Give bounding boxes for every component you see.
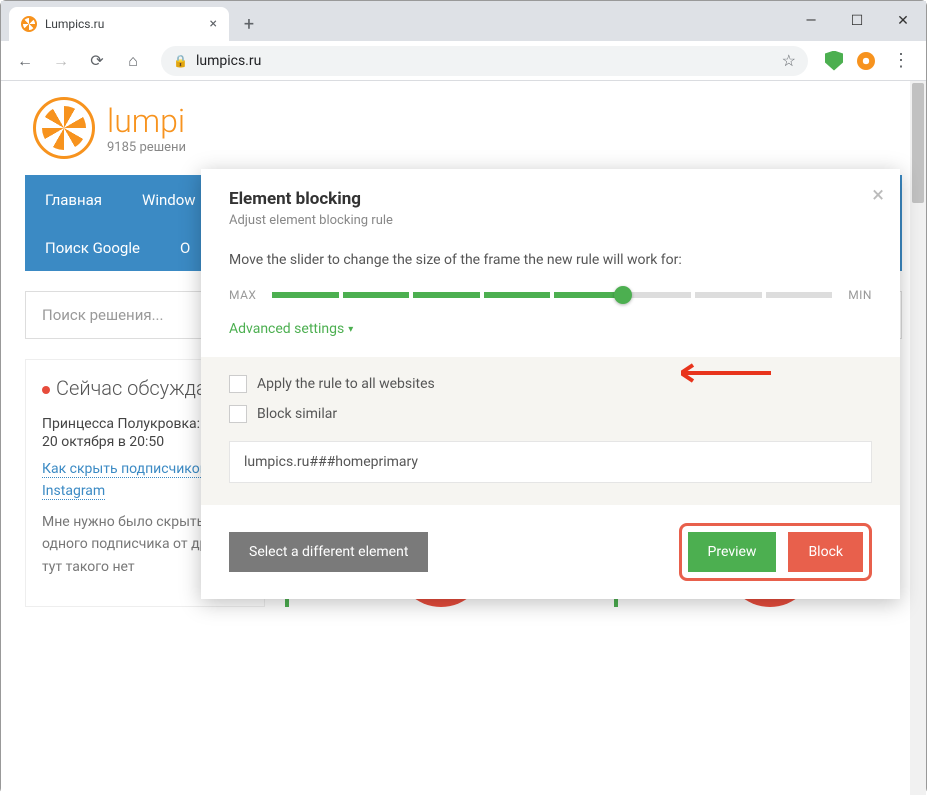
checkbox[interactable] — [229, 375, 247, 393]
live-dot-icon — [42, 386, 50, 394]
address-bar[interactable]: 🔒 lumpics.ru ☆ — [161, 46, 808, 76]
lock-icon: 🔒 — [173, 54, 188, 68]
back-button[interactable]: ← — [9, 45, 41, 77]
site-header: lumpi 9185 решени — [1, 81, 926, 167]
tab-title: Lumpics.ru — [45, 17, 202, 31]
dialog-body: Move the slider to change the size of th… — [201, 244, 900, 357]
site-subtitle: 9185 решени — [107, 140, 186, 155]
checkbox-label: Apply the rule to all websites — [257, 376, 435, 392]
adguard-extension-icon[interactable] — [820, 47, 848, 75]
checkbox-label: Block similar — [257, 406, 337, 422]
nav-item-home[interactable]: Главная — [25, 175, 122, 225]
slider-min-label: MIN — [848, 288, 872, 302]
page-viewport: lumpi 9185 решени Главная Window Поиск G… — [1, 81, 926, 795]
block-button[interactable]: Block — [788, 532, 863, 572]
close-window-button[interactable]: ✕ — [880, 1, 926, 41]
comment-link[interactable]: Как скрыть подписчиков в Instagram — [42, 461, 219, 500]
scrollbar[interactable] — [910, 81, 926, 795]
browser-menu-icon[interactable]: ⋮ — [884, 50, 918, 71]
extension-icon[interactable] — [852, 47, 880, 75]
chevron-down-icon: ▾ — [348, 324, 353, 335]
window-titlebar: Lumpics.ru × + — ☐ ✕ — [1, 1, 926, 41]
element-blocking-dialog: Element blocking Adjust element blocking… — [201, 169, 900, 599]
bookmark-star-icon[interactable]: ☆ — [782, 51, 796, 70]
site-name: lumpi — [107, 102, 186, 140]
maximize-button[interactable]: ☐ — [834, 1, 880, 41]
browser-toolbar: ← → ⟳ ⌂ 🔒 lumpics.ru ☆ ⋮ — [1, 41, 926, 81]
reload-button[interactable]: ⟳ — [81, 45, 113, 77]
slider-max-label: MAX — [229, 288, 256, 302]
close-tab-icon[interactable]: × — [210, 16, 217, 32]
search-placeholder: Поиск решения... — [42, 306, 163, 324]
slider-row: MAX MIN — [229, 288, 872, 302]
block-similar-checkbox-row[interactable]: Block similar — [229, 405, 872, 423]
dialog-instruction: Move the slider to change the size of th… — [229, 252, 872, 268]
dialog-close-icon[interactable]: × — [872, 183, 884, 208]
scroll-thumb[interactable] — [912, 83, 924, 203]
checkbox[interactable] — [229, 405, 247, 423]
new-tab-button[interactable]: + — [235, 10, 263, 38]
apply-all-checkbox-row[interactable]: Apply the rule to all websites — [229, 375, 872, 393]
forward-button[interactable]: → — [45, 45, 77, 77]
annotation-arrow-icon — [681, 361, 771, 389]
dialog-header: Element blocking Adjust element blocking… — [201, 169, 900, 244]
dialog-subtitle: Adjust element blocking rule — [229, 213, 872, 228]
home-button[interactable]: ⌂ — [117, 45, 149, 77]
site-logo-icon[interactable] — [33, 97, 95, 159]
window-controls: — ☐ ✕ — [788, 1, 926, 41]
action-buttons-highlight: Preview Block — [679, 523, 872, 581]
preview-button[interactable]: Preview — [688, 532, 777, 572]
browser-tab[interactable]: Lumpics.ru × — [9, 7, 229, 41]
url-text: lumpics.ru — [196, 53, 774, 69]
slider-thumb[interactable] — [614, 286, 632, 304]
select-different-button[interactable]: Select a different element — [229, 532, 428, 572]
advanced-settings-panel: Apply the rule to all websites Block sim… — [201, 357, 900, 505]
advanced-settings-toggle[interactable]: Advanced settings▾ — [229, 321, 353, 337]
dialog-footer: Select a different element Preview Block — [201, 505, 900, 599]
minimize-button[interactable]: — — [788, 1, 834, 41]
nav-item-search[interactable]: Поиск Google — [25, 225, 160, 271]
rule-input[interactable] — [229, 441, 872, 483]
frame-size-slider[interactable] — [272, 292, 832, 298]
favicon-icon — [21, 16, 37, 32]
dialog-title: Element blocking — [229, 189, 872, 209]
